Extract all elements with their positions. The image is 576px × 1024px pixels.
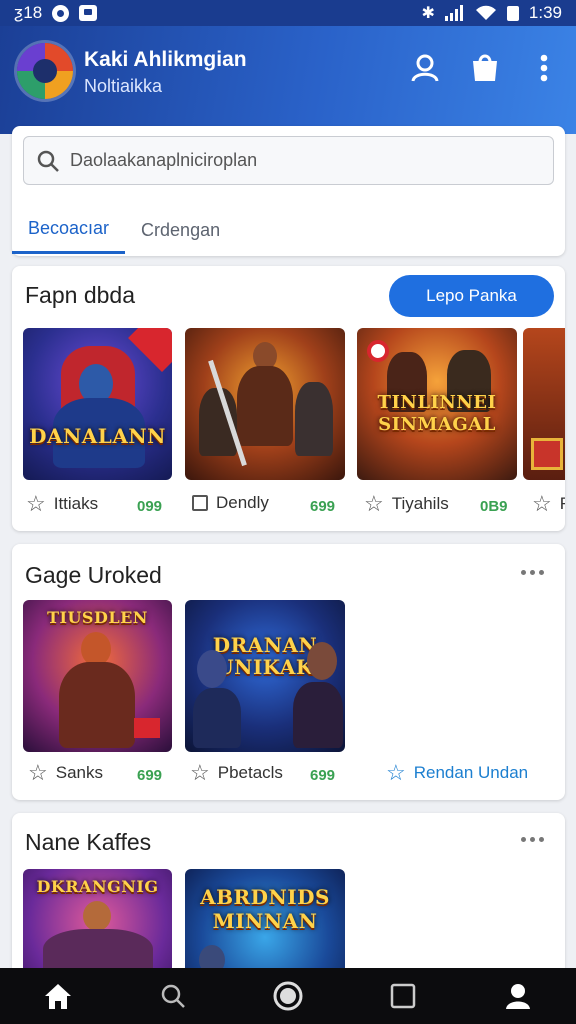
search-card: Becoacıar Crdengan [12,126,565,256]
nav-search[interactable] [115,968,230,1024]
message-icon [79,5,98,21]
art-title: DANALANN [29,424,166,448]
hero-right-body [293,682,343,748]
section-title: Nane Kaffes [25,829,152,855]
game-thumbnail[interactable]: TINLINNEI SINMAGAL [357,328,517,480]
profile-icon [506,984,531,1009]
nav-home-button[interactable] [230,968,345,1024]
art-title: TINLINNEI SINMAGAL [377,392,497,435]
item-price: 699 [310,767,336,784]
item-meta: ☆ Re [532,493,565,515]
rate-link-label: Rendan Undan [413,763,529,782]
item-meta: ☆ Pbetacls [190,762,283,784]
search-input[interactable] [70,150,530,171]
item-meta: ☆ Sanks [28,762,103,784]
item-meta: Dendly [192,493,269,513]
bluetooth-icon: ✱ [421,5,435,22]
game-thumbnail[interactable]: TIUSDLEN [23,600,172,752]
badge-icon [367,340,389,362]
signal-icon [444,5,463,21]
tab-bar: Becoacıar Crdengan [12,206,565,256]
item-name: Pbetacls [217,763,283,782]
app-header: Kaki Ahlikmgian Noltiaikka [0,26,576,134]
bottom-nav [0,968,576,1024]
status-time: 1:39 [528,3,562,22]
see-more-button[interactable]: Lepo Panka [389,275,554,317]
star-outline-icon[interactable]: ☆ [364,493,384,515]
hero-left-body [193,688,241,748]
tag-label [134,718,160,738]
section-updated: Gage Uroked TIUSDLEN DRANAN UNIKAK ☆ San… [12,544,565,800]
star-outline-icon[interactable]: ☆ [190,762,210,784]
search-icon [37,150,59,172]
shop-button[interactable] [467,50,503,86]
wifi-icon [475,5,496,20]
section-featured: Fapn dbda Lepo Panka DANALANN TINLINNEI … [12,266,565,531]
item-name: Ittiaks [53,494,99,513]
art-title: DKRANGNIG [36,877,159,896]
more-menu-button[interactable] [526,50,562,86]
game-thumbnail[interactable] [185,328,345,480]
hero-right-head [307,642,337,680]
notification-icon [52,4,70,22]
nav-recents[interactable] [346,968,461,1024]
app-title: Kaki Ahlikmgian [84,48,247,71]
status-bar: ƺ18 ✱ 1:39 [0,0,576,26]
app-subtitle: Noltiaikka [84,76,163,96]
item-price: 099 [137,498,163,515]
battery-icon [506,5,519,21]
record-icon [273,981,303,1011]
art-title: ABRDNIDS MINNAN [200,885,330,933]
account-button[interactable] [407,50,443,86]
search-box[interactable] [23,136,554,185]
bookmark-square-icon[interactable] [192,495,208,511]
star-outline-icon[interactable]: ☆ [28,762,48,784]
rate-link[interactable]: ☆ Rendan Undan [386,762,528,784]
item-price: 0B9 [480,498,508,515]
status-left-text: ƺ18 [14,3,43,22]
item-name: Re [560,494,565,514]
tab-featured[interactable]: Becoacıar [12,206,126,254]
art-title: TIUSDLEN [47,608,148,627]
game-thumbnail[interactable]: DRANAN UNIKAK [185,600,345,752]
star-outline-icon[interactable]: ☆ [532,493,552,515]
item-price: 699 [310,498,336,515]
item-name: Sanks [55,763,103,782]
app-logo [17,43,73,99]
section-more-button[interactable] [515,831,549,847]
game-thumbnail[interactable]: DANALANN [23,328,172,480]
nav-profile[interactable] [461,968,576,1024]
section-title: Gage Uroked [25,562,162,588]
game-thumbnail[interactable] [523,328,565,480]
warrior-body [237,366,293,446]
character-head [83,901,111,931]
section-more-button[interactable] [515,564,549,580]
star-outline-icon: ☆ [386,760,406,785]
person-icon [411,54,439,82]
search-icon [161,984,185,1008]
section-title: Fapn dbda [25,282,135,308]
square-icon [390,983,416,1009]
item-name: Dendly [216,493,269,512]
vertical-dots-icon [540,54,548,82]
ally-right [295,382,333,456]
item-price: 699 [137,767,163,784]
item-meta: ☆ Tiyahils [364,493,449,515]
item-name: Tiyahils [391,494,449,513]
corner-ribbon [128,328,172,372]
nav-home[interactable] [0,968,115,1024]
fighter-body [59,662,135,748]
shield-emblem [531,438,563,470]
hero-left-head [197,650,227,688]
tab-categories[interactable]: Crdengan [125,206,236,254]
star-outline-icon[interactable]: ☆ [26,493,46,515]
fighter-head [81,632,111,666]
home-icon [44,984,71,1009]
bag-icon [473,54,497,81]
item-meta: ☆ Ittiaks [26,493,98,515]
